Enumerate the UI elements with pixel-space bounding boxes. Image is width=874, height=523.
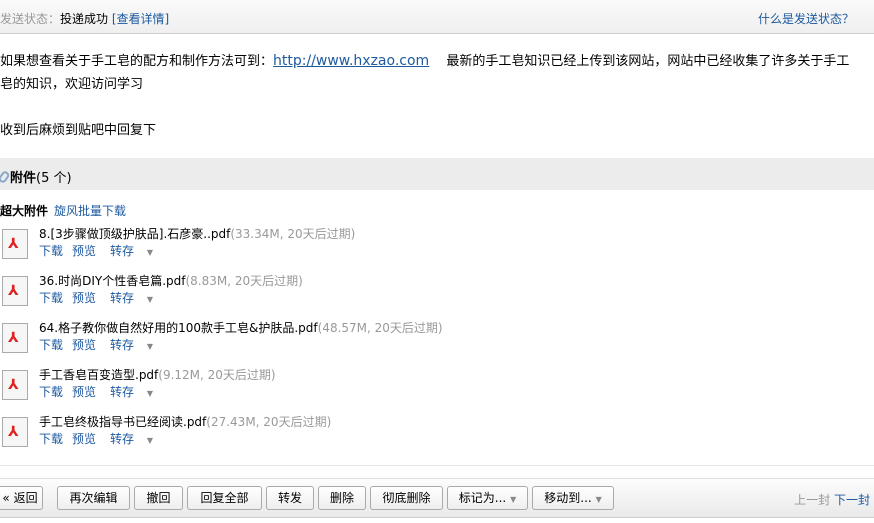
body-text: 如果想查看关于手工皂的配方和制作方法可到：	[0, 54, 274, 69]
mark-as-label: 标记为...	[458, 491, 507, 505]
body-paragraph: 如果想查看关于手工皂的配方和制作方法可到：http://www.hxzao.co…	[0, 50, 874, 96]
pdf-file-icon: ⅄	[2, 417, 28, 447]
download-link[interactable]: 下载	[39, 385, 63, 399]
pdf-file-icon: ⅄	[2, 276, 28, 306]
attachment-actions: 下载 预览 转存 ▼	[39, 383, 171, 400]
save-label: 转存	[110, 385, 135, 399]
save-to-dropdown[interactable]: 转存 ▼	[110, 338, 162, 352]
divider	[0, 465, 874, 466]
attachment-name[interactable]: 36.时尚DIY个性香皂篇.pdf(8.83M, 20天后过期)	[39, 272, 303, 289]
what-is-send-status-link[interactable]: 什么是发送状态？	[758, 10, 854, 27]
recall-button[interactable]: 撤回	[134, 486, 183, 510]
mail-navigation: 上一封 下一封	[794, 491, 870, 508]
mark-as-dropdown[interactable]: 标记为... ▼	[447, 486, 528, 510]
save-to-dropdown[interactable]: 转存 ▼	[110, 244, 162, 258]
attachment-item: ⅄ 手工香皂百变造型.pdf(9.12M, 20天后过期) 下载 预览 转存 ▼	[0, 366, 600, 406]
caret-down-icon: ▼	[146, 436, 154, 445]
preview-link[interactable]: 预览	[72, 432, 96, 446]
attachment-actions: 下载 预览 转存 ▼	[39, 242, 171, 259]
file-name: 64.格子教你做自然好用的100款手工皂&护肤品.pdf	[39, 321, 318, 335]
caret-down-icon: ▼	[146, 389, 154, 398]
forward-button[interactable]: 转发	[266, 486, 314, 510]
move-to-label: 移动到...	[544, 491, 592, 505]
mail-toolbar: « 返回 再次编辑 撤回 回复全部 转发 删除 彻底删除 标记为... ▼ 移动…	[0, 478, 874, 518]
file-meta: (48.57M, 20天后过期)	[317, 321, 443, 335]
caret-down-icon: ▼	[146, 248, 154, 257]
caret-down-icon: ▼	[146, 295, 154, 304]
attachments-count: (5 个)	[36, 171, 72, 186]
pdf-file-icon: ⅄	[2, 370, 28, 400]
pdf-file-icon: ⅄	[2, 323, 28, 353]
file-meta: (8.83M, 20天后过期)	[185, 274, 303, 288]
save-to-dropdown[interactable]: 转存 ▼	[110, 432, 162, 446]
big-attachments-row: 超大附件 旋风批量下载	[0, 202, 126, 219]
file-name: 8.[3步骤做顶级护肤品].石彦豪..pdf	[39, 227, 231, 241]
attachment-name[interactable]: 手工皂终极指导书已经阅读.pdf(27.43M, 20天后过期)	[39, 413, 331, 430]
website-link[interactable]: http://www.hxzao.com	[273, 53, 429, 69]
attachment-name[interactable]: 8.[3步骤做顶级护肤品].石彦豪..pdf(33.34M, 20天后过期)	[39, 225, 355, 242]
attachment-name[interactable]: 64.格子教你做自然好用的100款手工皂&护肤品.pdf(48.57M, 20天…	[39, 319, 443, 336]
status-value: 投递成功	[60, 12, 109, 26]
preview-link[interactable]: 预览	[72, 244, 96, 258]
download-link[interactable]: 下载	[39, 338, 63, 352]
file-meta: (33.34M, 20天后过期)	[230, 227, 356, 241]
save-label: 转存	[110, 291, 135, 305]
send-status-bar: 发送状态：投递成功 [查看详情] 什么是发送状态？	[0, 0, 874, 34]
delete-permanently-button[interactable]: 彻底删除	[370, 486, 443, 510]
save-label: 转存	[110, 244, 135, 258]
prev-mail-link: 上一封	[794, 493, 831, 507]
caret-down-icon: ▼	[595, 495, 602, 504]
download-link[interactable]: 下载	[39, 432, 63, 446]
attachment-item: ⅄ 手工皂终极指导书已经阅读.pdf(27.43M, 20天后过期) 下载 预览转…	[0, 413, 600, 453]
attachment-item: ⅄ 64.格子教你做自然好用的100款手工皂&护肤品.pdf(48.57M, 2…	[0, 319, 600, 359]
next-mail-link[interactable]: 下一封	[834, 493, 870, 507]
attachment-actions: 下载 预览 转存 ▼	[39, 336, 171, 353]
pdf-file-icon: ⅄	[2, 229, 28, 259]
caret-down-icon: ▼	[146, 342, 154, 351]
attachments-header: 附件(5 个)	[0, 158, 874, 190]
save-label: 转存	[110, 338, 135, 352]
big-attachments-label: 超大附件	[0, 204, 49, 218]
view-details-link[interactable]: [查看详情]	[112, 12, 169, 26]
attachment-actions: 下载 预览 转存 ▼	[39, 430, 171, 447]
batch-download-link[interactable]: 旋风批量下载	[54, 204, 126, 218]
attachment-name[interactable]: 手工香皂百变造型.pdf(9.12M, 20天后过期)	[39, 366, 276, 383]
body-paragraph: 收到后麻烦到贴吧中回复下	[0, 123, 157, 138]
file-name: 手工皂终极指导书已经阅读.pdf	[39, 415, 207, 429]
file-name: 手工香皂百变造型.pdf	[39, 368, 159, 382]
save-label: 转存	[110, 432, 135, 446]
attachment-actions: 下载 预览 转存 ▼	[39, 289, 171, 306]
mail-body: 如果想查看关于手工皂的配方和制作方法可到：http://www.hxzao.co…	[0, 50, 874, 142]
send-status: 发送状态：投递成功 [查看详情]	[0, 10, 169, 27]
file-name: 36.时尚DIY个性香皂篇.pdf	[39, 274, 186, 288]
status-label: 发送状态：	[0, 12, 61, 26]
caret-down-icon: ▼	[510, 495, 517, 504]
reedit-button[interactable]: 再次编辑	[57, 486, 130, 510]
back-button[interactable]: « 返回	[0, 486, 43, 510]
download-link[interactable]: 下载	[39, 291, 63, 305]
save-to-dropdown[interactable]: 转存 ▼	[110, 385, 162, 399]
preview-link[interactable]: 预览	[72, 291, 96, 305]
preview-link[interactable]: 预览	[72, 385, 96, 399]
delete-button[interactable]: 删除	[318, 486, 366, 510]
attachment-item: ⅄ 8.[3步骤做顶级护肤品].石彦豪..pdf(33.34M, 20天后过期)…	[0, 225, 600, 265]
preview-link[interactable]: 预览	[72, 338, 96, 352]
download-link[interactable]: 下载	[39, 244, 63, 258]
file-meta: (9.12M, 20天后过期)	[158, 368, 276, 382]
attachments-title: 附件	[10, 171, 37, 186]
save-to-dropdown[interactable]: 转存 ▼	[110, 291, 162, 305]
file-meta: (27.43M, 20天后过期)	[206, 415, 332, 429]
move-to-dropdown[interactable]: 移动到... ▼	[532, 486, 614, 510]
attachment-item: ⅄ 36.时尚DIY个性香皂篇.pdf(8.83M, 20天后过期) 下载 预览转…	[0, 272, 600, 312]
reply-all-button[interactable]: 回复全部	[187, 486, 262, 510]
